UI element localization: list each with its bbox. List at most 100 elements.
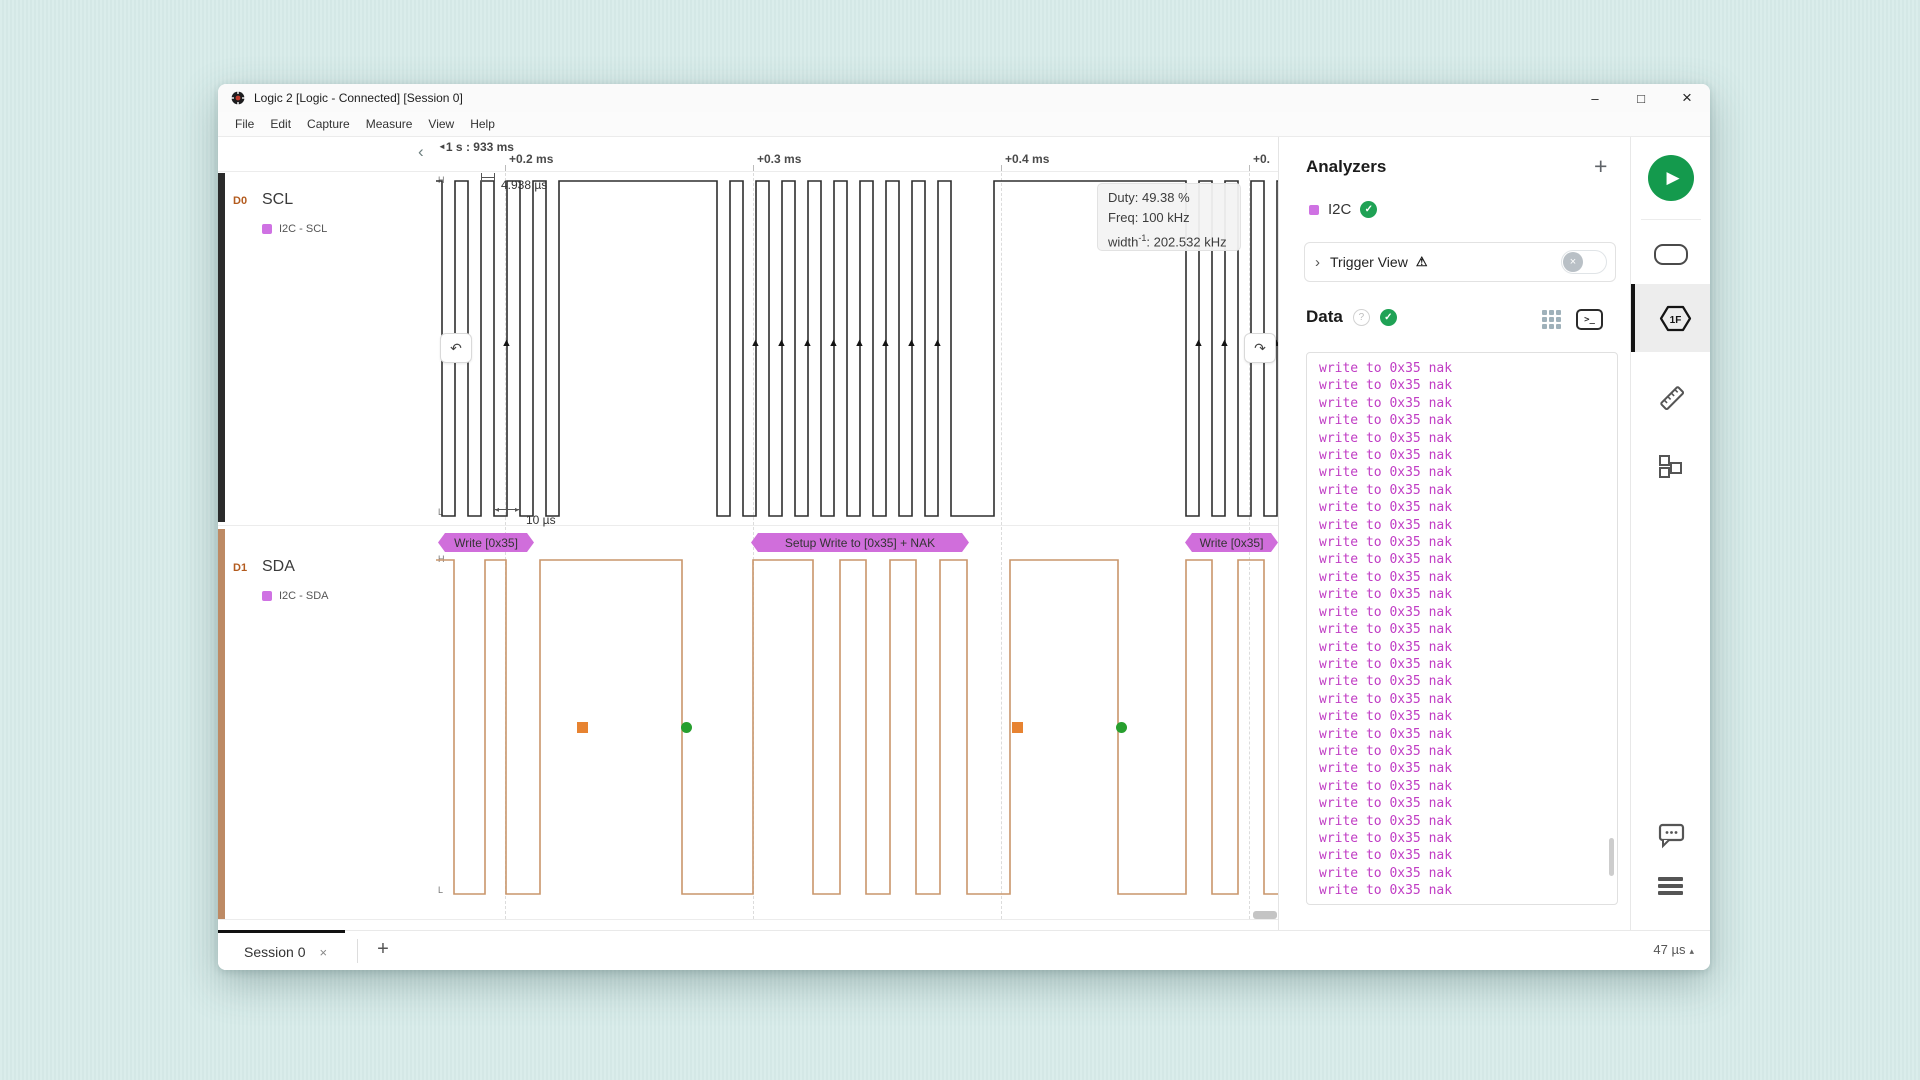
- session-bar: Session 0 × + 47 µs▴: [218, 930, 1710, 970]
- jump-next-edge-button[interactable]: ↷: [1244, 333, 1276, 363]
- data-row[interactable]: write to 0x35 nak: [1319, 830, 1617, 847]
- data-row[interactable]: write to 0x35 nak: [1319, 377, 1617, 394]
- channel-d1-name[interactable]: SDA: [262, 558, 295, 576]
- data-row[interactable]: write to 0x35 nak: [1319, 412, 1617, 429]
- toolbar-divider: [1641, 219, 1701, 220]
- data-row[interactable]: write to 0x35 nak: [1319, 795, 1617, 812]
- data-row[interactable]: write to 0x35 nak: [1319, 847, 1617, 864]
- timeline-tick-label: +0.2 ms: [509, 152, 553, 166]
- trigger-expand-chevron-icon[interactable]: ›: [1315, 254, 1320, 271]
- data-row[interactable]: write to 0x35 nak: [1319, 395, 1617, 412]
- tooltip-duty: Duty: 49.38 %: [1108, 188, 1230, 208]
- data-row[interactable]: write to 0x35 nak: [1319, 656, 1617, 673]
- i2c-color-square: [1309, 205, 1319, 215]
- data-row[interactable]: write to 0x35 nak: [1319, 464, 1617, 481]
- menu-measure[interactable]: Measure: [358, 114, 421, 134]
- channel-d1-analyzer-label[interactable]: I2C - SDA: [262, 590, 329, 602]
- data-help-icon[interactable]: ?: [1353, 309, 1370, 326]
- menu-file[interactable]: File: [227, 114, 262, 134]
- extensions-blocks-icon[interactable]: [1658, 454, 1684, 480]
- channel-d1-id[interactable]: D1: [233, 562, 247, 574]
- data-row[interactable]: write to 0x35 nak: [1319, 813, 1617, 830]
- bit-marker-triangle-icon: ▲: [906, 338, 917, 349]
- tab-session-0[interactable]: Session 0 ×: [218, 930, 345, 970]
- close-button[interactable]: ×: [1664, 84, 1710, 112]
- data-row[interactable]: write to 0x35 nak: [1319, 534, 1617, 551]
- data-row[interactable]: write to 0x35 nak: [1319, 604, 1617, 621]
- timeline-tick: [753, 165, 754, 171]
- data-row[interactable]: write to 0x35 nak: [1319, 360, 1617, 377]
- data-scrollbar-thumb[interactable]: [1609, 838, 1614, 876]
- data-row[interactable]: write to 0x35 nak: [1319, 726, 1617, 743]
- timeline-ruler[interactable]: ‹ ◄1 s : 933 ms +0.2 ms+0.3 ms+0.4 ms+0.: [218, 137, 1278, 172]
- data-row[interactable]: write to 0x35 nak: [1319, 569, 1617, 586]
- menu-edit[interactable]: Edit: [262, 114, 299, 134]
- maximize-button[interactable]: □: [1618, 84, 1664, 112]
- data-row[interactable]: write to 0x35 nak: [1319, 517, 1617, 534]
- period-measure-label[interactable]: 10 µs: [526, 513, 556, 527]
- waveform-traces: [218, 173, 1278, 930]
- menu-help[interactable]: Help: [462, 114, 503, 134]
- data-row[interactable]: write to 0x35 nak: [1319, 743, 1617, 760]
- pulse-width-measure-label[interactable]: 4.938 µs: [501, 178, 547, 192]
- duration-expand-icon: ▴: [1689, 946, 1694, 956]
- app-logo-icon: [231, 91, 245, 105]
- horizontal-scrollbar-thumb[interactable]: [1253, 911, 1277, 919]
- timeline-back-chevron-icon[interactable]: ‹: [418, 142, 424, 162]
- data-row[interactable]: write to 0x35 nak: [1319, 639, 1617, 656]
- i2c-packet-annotation[interactable]: Setup Write to [0x35] + NAK: [751, 533, 969, 552]
- data-row[interactable]: write to 0x35 nak: [1319, 778, 1617, 795]
- data-row[interactable]: write to 0x35 nak: [1319, 760, 1617, 777]
- measurement-tooltip: Duty: 49.38 % Freq: 100 kHz width-1: 202…: [1097, 183, 1241, 251]
- data-row[interactable]: write to 0x35 nak: [1319, 586, 1617, 603]
- channel-d1-color-strip: [218, 529, 225, 919]
- i2c-check-icon: ✓: [1360, 201, 1377, 218]
- timeline-tick-label: +0.4 ms: [1005, 152, 1049, 166]
- scl-low-marker: L: [438, 507, 443, 517]
- i2c-packet-annotation[interactable]: Write [0x35]: [1185, 533, 1278, 552]
- channel-d0-name[interactable]: SCL: [262, 191, 293, 209]
- data-list[interactable]: write to 0x35 nakwrite to 0x35 nakwrite …: [1306, 352, 1618, 905]
- menu-capture[interactable]: Capture: [299, 114, 358, 134]
- data-table-view-icon[interactable]: [1542, 310, 1561, 329]
- tab-close-icon[interactable]: ×: [319, 945, 327, 960]
- i2c-ack-marker-circle: [1116, 722, 1127, 733]
- data-row[interactable]: write to 0x35 nak: [1319, 673, 1617, 690]
- new-session-button[interactable]: +: [370, 938, 396, 961]
- device-settings-icon[interactable]: [1654, 244, 1688, 265]
- capture-mode-selected[interactable]: 1F: [1631, 284, 1710, 352]
- timeline-marker-icon: ◄: [438, 142, 446, 151]
- app-window: Logic 2 [Logic - Connected] [Session 0] …: [218, 84, 1710, 970]
- data-row[interactable]: write to 0x35 nak: [1319, 551, 1617, 568]
- trigger-view-row[interactable]: › Trigger View ⚠ ×: [1304, 242, 1616, 282]
- timeline-tick-label: +0.3 ms: [757, 152, 801, 166]
- minimize-button[interactable]: –: [1572, 84, 1618, 112]
- capture-duration[interactable]: 47 µs▴: [1653, 942, 1694, 957]
- comments-icon[interactable]: [1658, 823, 1686, 849]
- data-row[interactable]: write to 0x35 nak: [1319, 691, 1617, 708]
- data-row[interactable]: write to 0x35 nak: [1319, 499, 1617, 516]
- data-row[interactable]: write to 0x35 nak: [1319, 708, 1617, 725]
- data-title: Data: [1306, 307, 1343, 327]
- trigger-toggle[interactable]: ×: [1561, 250, 1607, 274]
- data-row[interactable]: write to 0x35 nak: [1319, 447, 1617, 464]
- bit-marker-triangle-icon: ▲: [880, 338, 891, 349]
- data-row[interactable]: write to 0x35 nak: [1319, 865, 1617, 882]
- channel-d0-id[interactable]: D0: [233, 195, 247, 207]
- data-row[interactable]: write to 0x35 nak: [1319, 430, 1617, 447]
- i2c-packet-annotation[interactable]: Write [0x35]: [438, 533, 534, 552]
- jump-previous-edge-button[interactable]: ↶: [440, 333, 472, 363]
- add-analyzer-button[interactable]: +: [1594, 153, 1607, 180]
- main-menu-icon[interactable]: [1658, 877, 1683, 895]
- timeline-tick-label: +0.: [1253, 152, 1270, 166]
- start-capture-button[interactable]: ▶: [1648, 155, 1694, 201]
- data-terminal-view-icon[interactable]: >_: [1576, 309, 1603, 330]
- data-row[interactable]: write to 0x35 nak: [1319, 621, 1617, 638]
- menu-view[interactable]: View: [420, 114, 462, 134]
- data-row[interactable]: write to 0x35 nak: [1319, 482, 1617, 499]
- data-row[interactable]: write to 0x35 nak: [1319, 882, 1617, 899]
- analyzer-item-i2c[interactable]: I2C ✓: [1309, 201, 1377, 218]
- measurements-ruler-icon[interactable]: [1658, 384, 1686, 412]
- channel-d0-analyzer-label[interactable]: I2C - SCL: [262, 223, 327, 235]
- trigger-toggle-knob[interactable]: ×: [1563, 252, 1583, 272]
